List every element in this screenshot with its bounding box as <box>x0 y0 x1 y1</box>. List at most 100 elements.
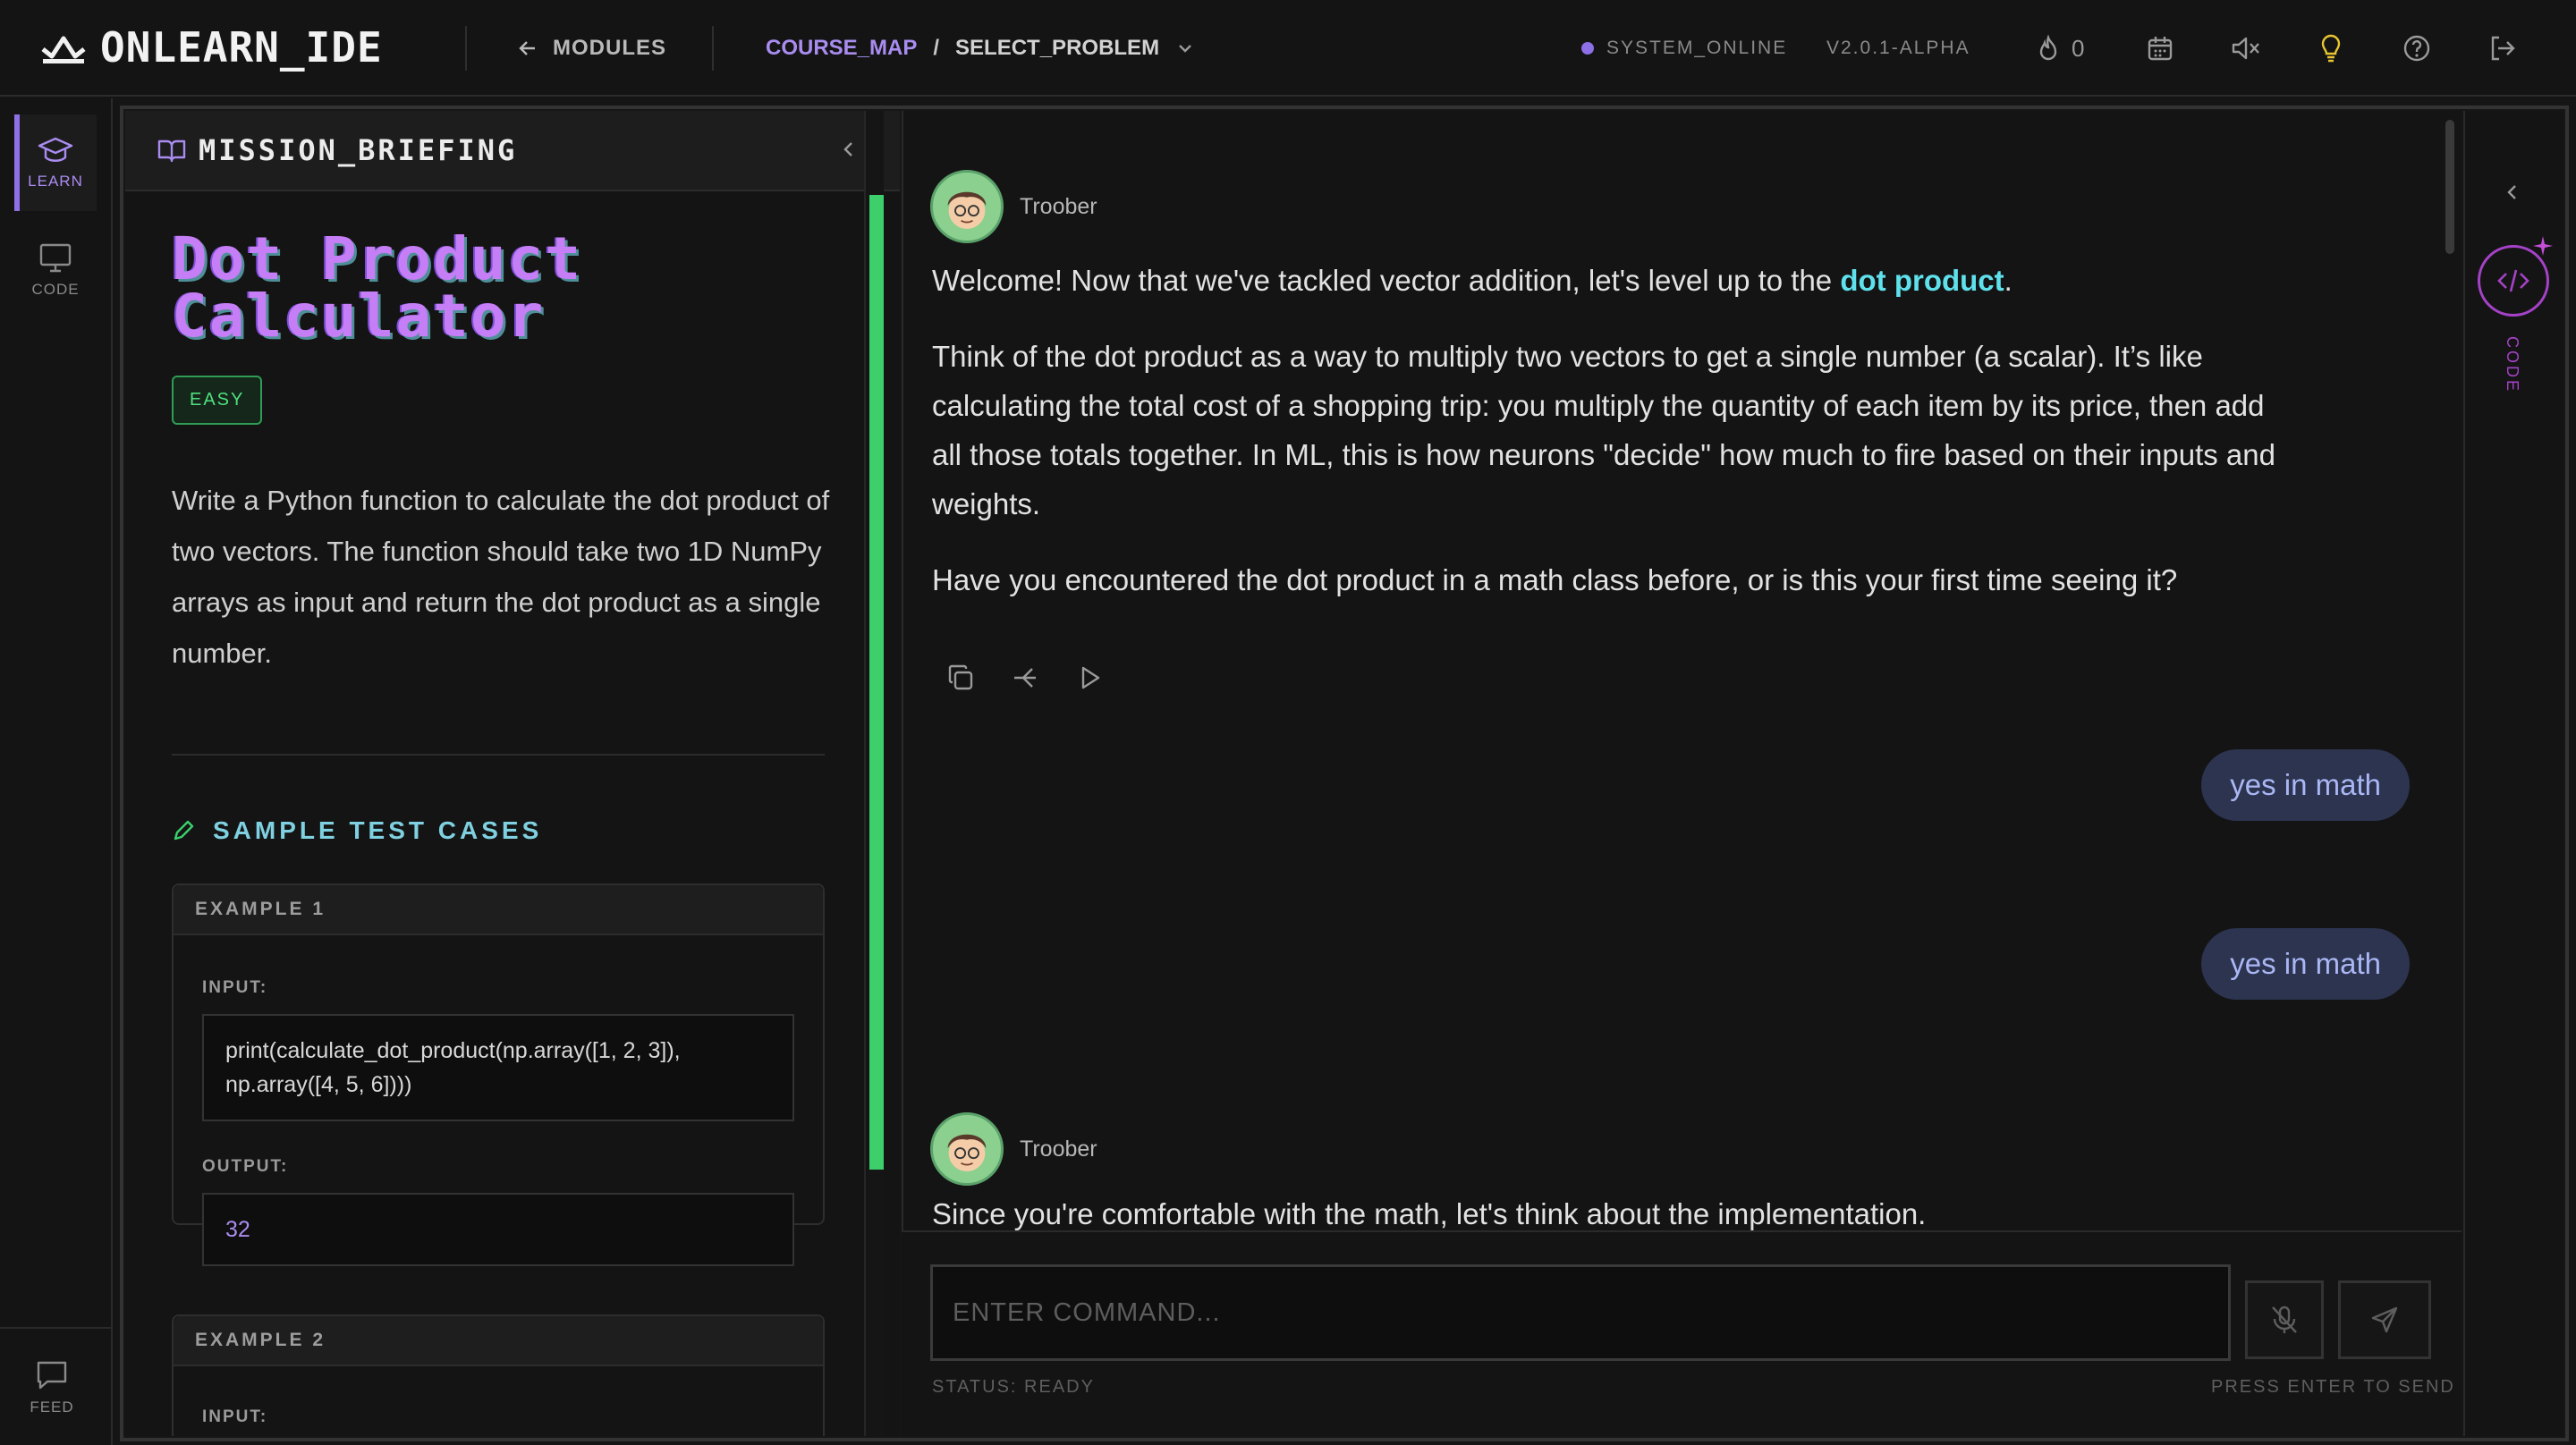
chat-status: STATUS: READY <box>932 1377 1095 1397</box>
rail-item-learn[interactable]: LEARN <box>14 114 97 211</box>
play-icon[interactable] <box>1075 663 1104 692</box>
code-icon <box>2497 269 2529 292</box>
author-name: Troober <box>1020 1136 1097 1162</box>
divider <box>465 26 467 71</box>
pencil-icon <box>174 820 194 841</box>
logout-icon <box>2491 36 2515 61</box>
system-status: SYSTEM_ONLINE <box>1581 27 1787 70</box>
message-paragraph: Think of the dot product as a way to mul… <box>932 340 2275 520</box>
sample-test-cases-heading: SAMPLE TEST CASES <box>172 816 834 845</box>
problem-title-line-2: Calculator <box>172 282 546 351</box>
input-label: INPUT: <box>202 978 268 997</box>
problem-title: Dot Product Calculator <box>172 224 834 351</box>
breadcrumb-course-map[interactable]: COURSE_MAP <box>766 36 917 61</box>
copy-icon[interactable] <box>946 663 975 692</box>
version-label: V2.0.1-ALPHA <box>1826 38 1970 58</box>
chat-scrollbar-thumb[interactable] <box>2445 120 2454 254</box>
problem-title-line-1: Dot Product <box>172 224 583 293</box>
input-label: INPUT: <box>202 1407 268 1426</box>
robot-face-icon <box>947 1134 987 1172</box>
text-span: . <box>2004 264 2012 297</box>
send-icon <box>2371 1306 2398 1333</box>
mic-off-icon <box>2272 1306 2297 1333</box>
briefing-title: MISSION_BRIEFING <box>199 133 518 167</box>
problem-description: Write a Python function to calculate the… <box>172 485 830 669</box>
command-input[interactable] <box>930 1264 2231 1361</box>
breadcrumb-current[interactable]: SELECT_PROBLEM <box>955 36 1159 61</box>
rail-item-code[interactable]: CODE <box>14 222 97 318</box>
monitor-icon <box>39 243 72 273</box>
calendar-icon <box>2148 37 2173 61</box>
chevron-left-icon[interactable] <box>2499 179 2526 206</box>
example-card: EXAMPLE 1 INPUT: print(calculate_dot_pro… <box>172 883 825 1266</box>
breadcrumb: COURSE_MAP / SELECT_PROBLEM <box>766 27 1195 70</box>
logo-text: ONLEARN_IDE <box>100 23 383 72</box>
highlight-term: dot product <box>1840 264 2004 297</box>
modules-label: MODULES <box>553 36 666 60</box>
robot-face-icon <box>947 191 987 230</box>
message-actions <box>946 663 1104 692</box>
branch-icon[interactable] <box>1011 663 1039 692</box>
calendar-button[interactable] <box>2147 27 2174 70</box>
streak-count: 0 <box>2072 34 2085 62</box>
flame-icon <box>2039 35 2057 61</box>
author-name: Troober <box>1020 193 1097 219</box>
example-title: EXAMPLE 2 <box>174 1316 823 1366</box>
avatar <box>930 1112 1004 1186</box>
briefing-scrollbar-thumb[interactable] <box>869 195 884 1170</box>
chat-bubble-icon <box>37 1361 67 1390</box>
output-label: OUTPUT: <box>202 1157 289 1176</box>
rail-label-code: CODE <box>31 281 80 298</box>
text-span: Welcome! Now that we've tackled vector a… <box>932 264 1841 297</box>
logout-button[interactable] <box>2488 27 2517 70</box>
system-status-label: SYSTEM_ONLINE <box>1606 38 1788 58</box>
lightbulb-icon <box>2321 34 2341 63</box>
send-hint: PRESS ENTER TO SEND <box>2211 1377 2455 1397</box>
example-input: print(calculate_dot_product(np.array([1,… <box>202 1014 794 1121</box>
briefing-body: Dot Product Calculator EASY Write a Pyth… <box>172 224 834 845</box>
message-author: Troober <box>930 1112 1097 1186</box>
code-panel-label: CODE <box>2504 336 2521 394</box>
logo[interactable]: ONLEARN_IDE <box>39 0 383 96</box>
divider <box>0 1327 111 1329</box>
back-to-modules-button[interactable]: MODULES <box>517 27 666 70</box>
arrow-left-icon <box>519 41 535 55</box>
divider <box>712 26 714 71</box>
streak-counter[interactable]: 0 <box>2036 27 2084 70</box>
logo-icon <box>41 36 86 63</box>
rail-label-learn: LEARN <box>28 173 83 190</box>
sparkle-icon <box>2533 236 2553 256</box>
hint-button[interactable] <box>2318 27 2343 70</box>
help-circle-icon <box>2403 35 2430 62</box>
left-rail: LEARN CODE FEED <box>0 98 113 1445</box>
status-dot <box>1581 42 1594 55</box>
message-paragraph: Since you're comfortable with the math, … <box>932 1198 1927 1230</box>
message-paragraph: Have you encountered the dot product in … <box>932 563 2178 596</box>
example-title: EXAMPLE 1 <box>174 885 823 935</box>
example-card: EXAMPLE 2 INPUT: <box>172 1314 825 1436</box>
graduation-cap-icon <box>38 137 73 162</box>
breadcrumb-separator: / <box>933 36 940 60</box>
top-bar: ONLEARN_IDE MODULES COURSE_MAP / SELECT_… <box>0 0 2576 97</box>
divider <box>172 754 825 756</box>
chevron-down-icon[interactable] <box>1175 38 1195 58</box>
rail-item-feed[interactable]: FEED <box>11 1339 93 1436</box>
help-button[interactable] <box>2402 27 2431 70</box>
difficulty-badge: EASY <box>172 376 263 425</box>
user-message: yes in math <box>2201 749 2410 821</box>
assistant-message: Welcome! Now that we've tackled vector a… <box>932 256 2292 604</box>
send-button[interactable] <box>2338 1280 2431 1359</box>
chevron-left-icon[interactable] <box>835 136 862 163</box>
mute-button[interactable] <box>2231 27 2261 70</box>
volume-mute-icon <box>2232 37 2259 60</box>
microphone-button[interactable] <box>2245 1280 2324 1359</box>
rail-label-feed: FEED <box>30 1399 74 1415</box>
mission-briefing-panel: MISSION_BRIEFING Dot Product Calculator … <box>125 111 900 1436</box>
message-author: Troober <box>930 170 1097 243</box>
book-open-icon <box>157 139 186 163</box>
sample-test-cases-label: SAMPLE TEST CASES <box>213 816 543 844</box>
briefing-header: MISSION_BRIEFING <box>125 111 900 191</box>
example-output: 32 <box>202 1193 794 1266</box>
message-paragraph: Welcome! Now that we've tackled vector a… <box>932 256 2292 305</box>
user-message: yes in math <box>2201 928 2410 1000</box>
